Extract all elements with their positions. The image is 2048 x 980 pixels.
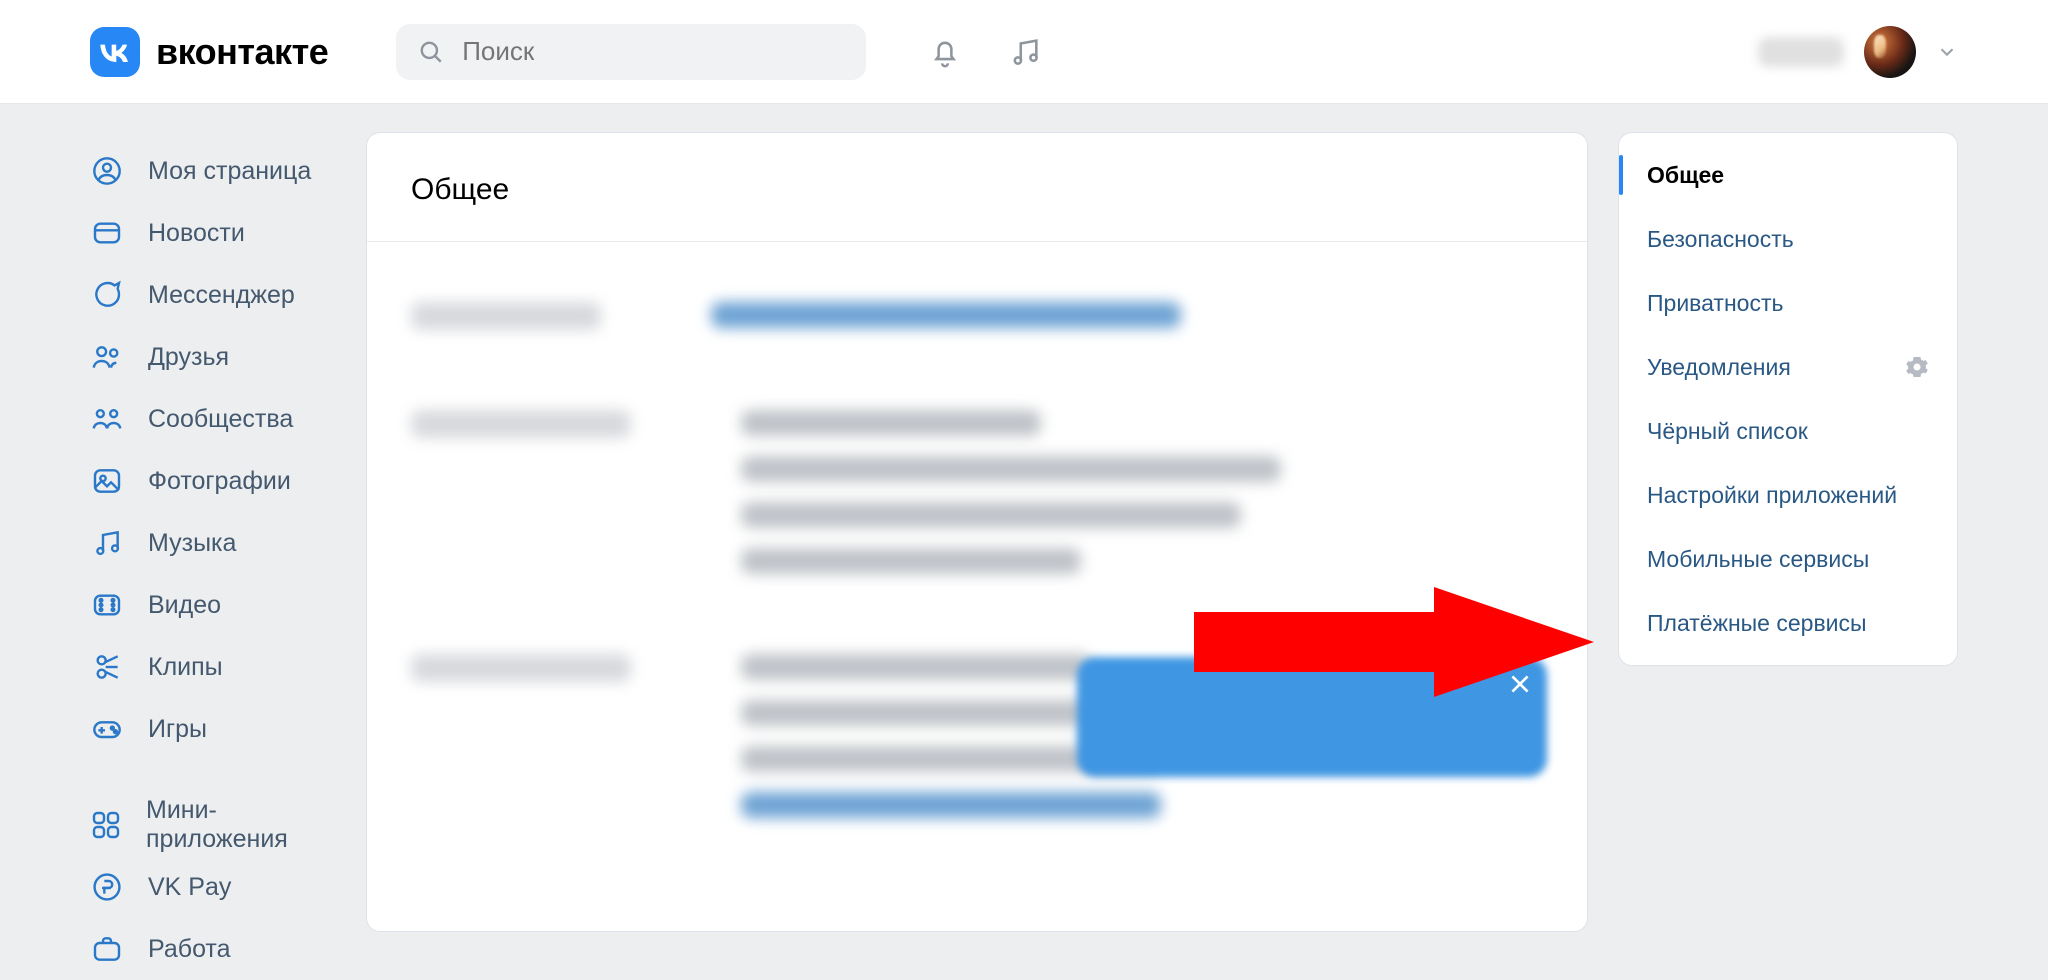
search-icon <box>418 39 444 65</box>
nav-label: Мини-приложения <box>146 796 336 854</box>
settings-tab-blacklist[interactable]: Чёрный список <box>1619 399 1957 463</box>
nav-music[interactable]: Музыка <box>90 512 336 574</box>
nav-label: Видео <box>148 591 221 620</box>
nav-label: Работа <box>148 935 231 964</box>
username-blurred <box>1758 37 1844 67</box>
vk-logo-icon <box>90 27 140 77</box>
settings-tab-label: Настройки приложений <box>1647 482 1897 509</box>
settings-tab-notifications[interactable]: Уведомления <box>1619 335 1957 399</box>
nav-label: Музыка <box>148 529 236 558</box>
settings-tab-privacy[interactable]: Приватность <box>1619 271 1957 335</box>
settings-tab-label: Мобильные сервисы <box>1647 546 1869 573</box>
settings-tab-label: Безопасность <box>1647 226 1794 253</box>
nav-video[interactable]: Видео <box>90 574 336 636</box>
nav-work[interactable]: Работа <box>90 918 336 980</box>
nav-label: Фотографии <box>148 467 291 496</box>
logo[interactable]: вконтакте <box>90 27 328 77</box>
music-note-icon <box>90 527 124 559</box>
close-icon[interactable] <box>1503 667 1537 701</box>
newspaper-icon <box>90 217 124 249</box>
nav-messenger[interactable]: Мессенджер <box>90 264 336 326</box>
brand-name: вконтакте <box>156 31 328 73</box>
settings-tab-payment-services[interactable]: Платёжные сервисы <box>1619 591 1957 655</box>
nav-label: Сообщества <box>148 405 293 434</box>
nav-communities[interactable]: Сообщества <box>90 388 336 450</box>
nav-photos[interactable]: Фотографии <box>90 450 336 512</box>
settings-tab-mobile-services[interactable]: Мобильные сервисы <box>1619 527 1957 591</box>
settings-tab-label: Чёрный список <box>1647 418 1808 445</box>
nav-label: Мессенджер <box>148 281 295 310</box>
settings-tab-label: Платёжные сервисы <box>1647 610 1867 637</box>
nav-mini-apps[interactable]: Мини-приложения <box>90 794 336 856</box>
search-input[interactable] <box>462 36 844 67</box>
nav-vk-pay[interactable]: VK Pay <box>90 856 336 918</box>
community-icon <box>90 403 124 435</box>
settings-tab-security[interactable]: Безопасность <box>1619 207 1957 271</box>
games-icon <box>90 713 124 745</box>
friends-icon <box>90 341 124 373</box>
vkpay-icon <box>90 871 124 903</box>
settings-main-panel: Общее <box>366 132 1588 932</box>
chevron-down-icon[interactable] <box>1936 41 1958 63</box>
nav-label: VK Pay <box>148 873 231 902</box>
nav-clips[interactable]: Клипы <box>90 636 336 698</box>
nav-label: Клипы <box>148 653 223 682</box>
clips-icon <box>90 651 124 683</box>
nav-label: Моя страница <box>148 157 311 186</box>
settings-tab-general[interactable]: Общее <box>1619 143 1957 207</box>
user-circle-icon <box>90 155 124 187</box>
nav-my-page[interactable]: Моя страница <box>90 140 336 202</box>
messenger-icon <box>90 279 124 311</box>
search-box[interactable] <box>396 24 866 80</box>
services-icon <box>90 809 122 841</box>
settings-tab-app-settings[interactable]: Настройки приложений <box>1619 463 1957 527</box>
nav-label: Друзья <box>148 343 229 372</box>
nav-label: Игры <box>148 715 207 744</box>
left-nav: Моя страница Новости Мессенджер Друзья С… <box>90 132 336 980</box>
blurred-tooltip <box>1077 657 1547 777</box>
notifications-icon[interactable] <box>928 35 962 69</box>
avatar[interactable] <box>1864 26 1916 78</box>
settings-tab-label: Уведомления <box>1647 354 1791 381</box>
settings-tab-label: Приватность <box>1647 290 1783 317</box>
settings-tab-label: Общее <box>1647 162 1724 189</box>
settings-side-nav: Общее Безопасность Приватность Уведомлен… <box>1618 132 1958 666</box>
video-icon <box>90 589 124 621</box>
gear-icon[interactable] <box>1905 355 1929 379</box>
page-title: Общее <box>367 133 1587 241</box>
nav-label: Новости <box>148 219 245 248</box>
nav-games[interactable]: Игры <box>90 698 336 760</box>
photos-icon <box>90 465 124 497</box>
blurred-setting-row <box>411 302 1543 330</box>
top-header: вконтакте <box>0 0 2048 104</box>
nav-news[interactable]: Новости <box>90 202 336 264</box>
blurred-setting-row <box>411 410 1543 574</box>
work-icon <box>90 933 124 965</box>
music-icon[interactable] <box>1008 35 1042 69</box>
nav-friends[interactable]: Друзья <box>90 326 336 388</box>
